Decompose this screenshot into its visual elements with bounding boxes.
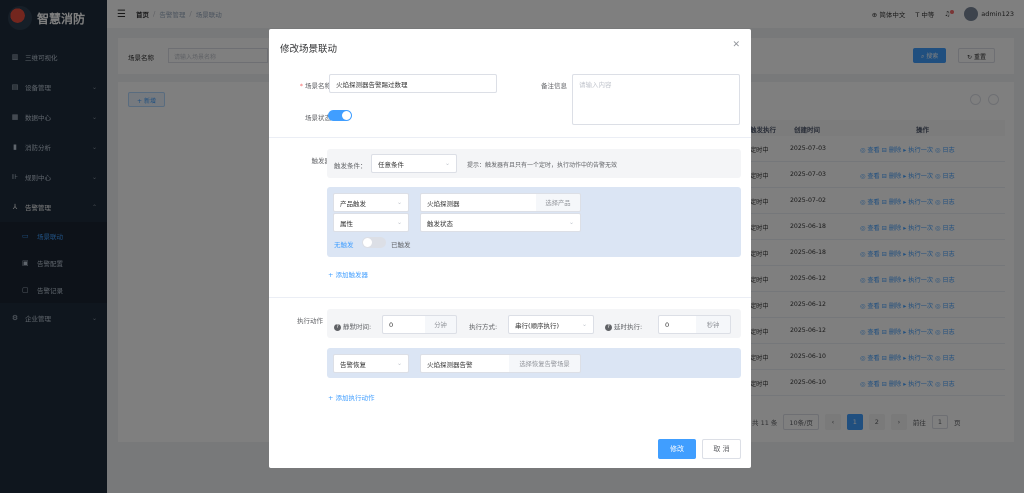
add-action-link[interactable]: + 添加执行动作 (328, 392, 375, 402)
status-label: 场景状态 (305, 114, 331, 122)
chevron-down-icon: ⌄ (581, 321, 587, 328)
remark-label: 备注信息 (541, 82, 567, 90)
select-alarm-button[interactable]: 选择恢复告警场景 (509, 354, 581, 373)
delay-input[interactable]: 0 (658, 315, 697, 334)
action-label: 执行动作 (297, 317, 323, 325)
add-trigger-link[interactable]: + 添加触发器 (328, 269, 368, 279)
submit-button[interactable]: 修改 (658, 439, 696, 459)
trigger-state-switch[interactable] (362, 237, 386, 248)
action-type-select[interactable]: 告警恢复 ⌄ (333, 354, 409, 373)
attribute-value-select[interactable]: 触发状态 ⌄ (420, 213, 581, 232)
exec-mode-select[interactable]: 串行(顺序执行) ⌄ (508, 315, 594, 334)
attribute-type-select[interactable]: 属性 ⌄ (333, 213, 409, 232)
chevron-down-icon: ⌄ (396, 199, 402, 206)
delay-label: ? 延时执行: (605, 321, 642, 331)
close-icon[interactable]: ✕ (732, 40, 740, 50)
trigger-hint: 提示：触发器有且只有一个定时，执行动作中的告警无效 (467, 162, 618, 169)
select-product-button[interactable]: 选择产品 (536, 193, 581, 212)
exec-mode-label: 执行方式: (469, 323, 498, 331)
chevron-down-icon: ⌄ (396, 360, 402, 367)
scene-name-label: * 场景名称 (299, 82, 331, 90)
question-icon: ? (605, 323, 612, 331)
silence-unit: 分钟 (425, 315, 457, 334)
product-input[interactable]: 火焰探测器 (420, 193, 537, 212)
silence-label: ? 静默时间: (334, 321, 371, 331)
question-icon: ? (334, 323, 341, 331)
alarm-input[interactable]: 火焰探测器告警 (420, 354, 510, 373)
trigger-type-select[interactable]: 产品触发 ⌄ (333, 193, 409, 212)
chevron-down-icon: ⌄ (444, 160, 450, 167)
condition-select[interactable]: 任意条件 ⌄ (371, 154, 457, 173)
remark-textarea[interactable]: 请输入内容 (572, 74, 740, 125)
trigger-label: 触发器 (311, 157, 332, 165)
cancel-button[interactable]: 取 消 (702, 439, 741, 459)
chevron-down-icon: ⌄ (396, 219, 402, 226)
chevron-down-icon: ⌄ (568, 219, 574, 226)
dialog-title: 修改场景联动 (280, 44, 338, 55)
edit-scene-dialog: 修改场景联动 ✕ * 场景名称 火焰探测器告警踢过数理 备注信息 请输入内容 场景… (269, 29, 751, 468)
scene-status-switch[interactable] (328, 110, 352, 121)
scene-name-input[interactable]: 火焰探测器告警踢过数理 (329, 74, 497, 93)
silence-input[interactable]: 0 (382, 315, 426, 334)
toggle-off-label: 无触发 (334, 241, 354, 249)
toggle-on-label: 已触发 (391, 241, 411, 249)
delay-unit: 秒钟 (696, 315, 731, 334)
condition-label: 触发条件： (334, 162, 367, 170)
